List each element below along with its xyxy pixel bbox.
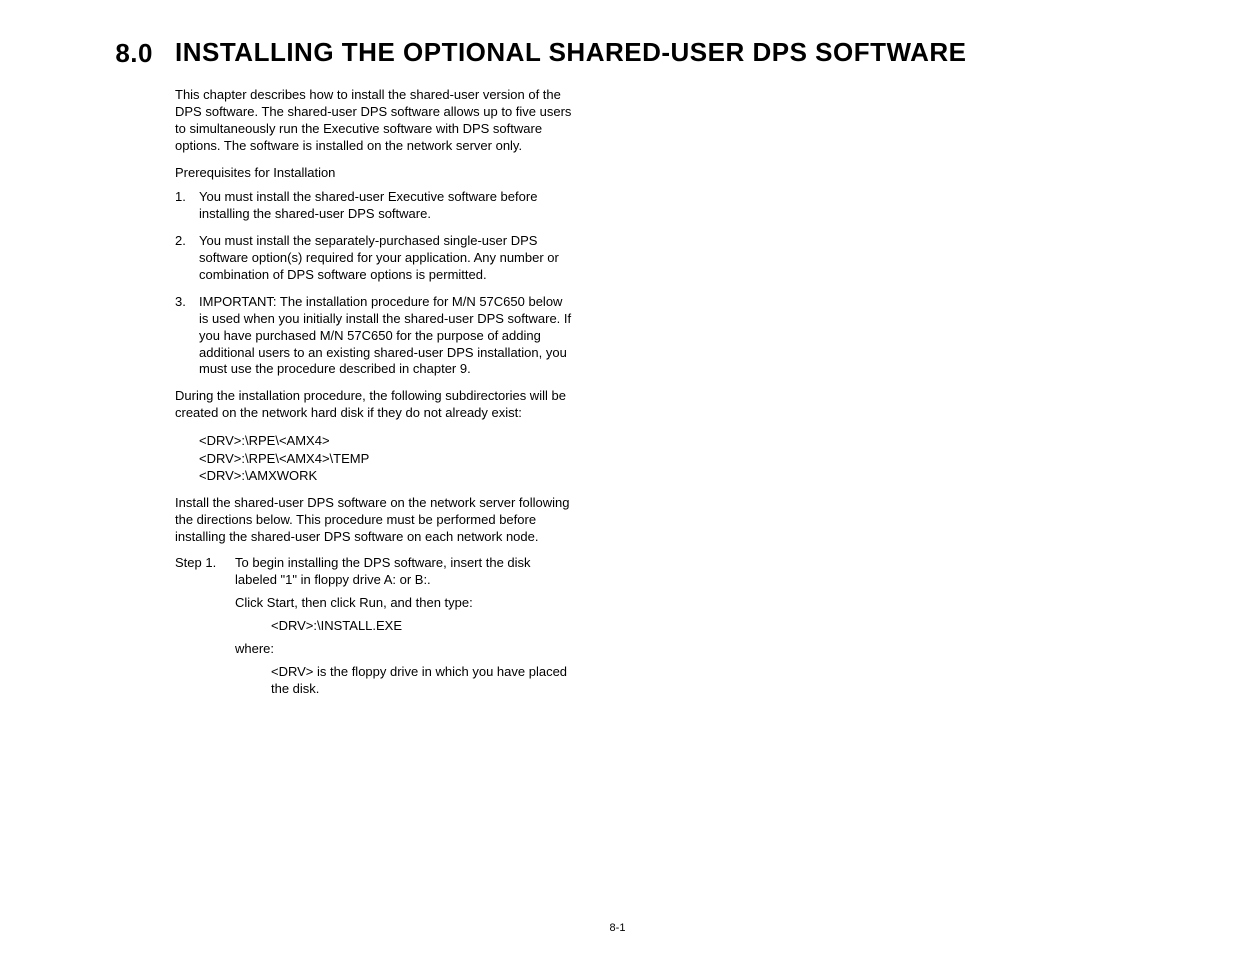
- step-item: Step 1. To begin installing the DPS soft…: [175, 555, 575, 703]
- step-where: where:: [235, 641, 575, 658]
- section-number: 8.0: [80, 38, 175, 69]
- item-text: IMPORTANT: The installation procedure fo…: [199, 294, 575, 378]
- item-number: 2.: [175, 233, 199, 284]
- page-number: 8-1: [0, 922, 1235, 934]
- prereq-item: 2. You must install the separately-purch…: [175, 233, 575, 284]
- item-number: 1.: [175, 189, 199, 223]
- install-paragraph: Install the shared-user DPS software on …: [175, 495, 575, 546]
- item-number: 3.: [175, 294, 199, 378]
- prereq-item: 1. You must install the shared-user Exec…: [175, 189, 575, 223]
- item-text: You must install the shared-user Executi…: [199, 189, 575, 223]
- prerequisites-heading: Prerequisites for Installation: [175, 165, 575, 182]
- path-line: <DRV>:\RPE\<AMX4>: [199, 432, 575, 450]
- step-text: To begin installing the DPS software, in…: [235, 555, 575, 589]
- path-list: <DRV>:\RPE\<AMX4> <DRV>:\RPE\<AMX4>\TEMP…: [199, 432, 575, 485]
- section-header: 8.0 INSTALLING THE OPTIONAL SHARED-USER …: [80, 38, 1155, 69]
- step-label: Step 1.: [175, 555, 235, 703]
- section-title: INSTALLING THE OPTIONAL SHARED-USER DPS …: [175, 38, 967, 68]
- path-line: <DRV>:\RPE\<AMX4>\TEMP: [199, 450, 575, 468]
- step-definition: <DRV> is the floppy drive in which you h…: [271, 664, 575, 698]
- step-command: <DRV>:\INSTALL.EXE: [271, 618, 575, 635]
- item-text: You must install the separately-purchase…: [199, 233, 575, 284]
- path-line: <DRV>:\AMXWORK: [199, 467, 575, 485]
- intro-paragraph: This chapter describes how to install th…: [175, 87, 575, 155]
- step-text: Click Start, then click Run, and then ty…: [235, 595, 575, 612]
- document-page: 8.0 INSTALLING THE OPTIONAL SHARED-USER …: [0, 0, 1235, 704]
- content-body: This chapter describes how to install th…: [175, 87, 575, 704]
- prereq-item: 3. IMPORTANT: The installation procedure…: [175, 294, 575, 378]
- during-paragraph: During the installation procedure, the f…: [175, 388, 575, 422]
- step-body: To begin installing the DPS software, in…: [235, 555, 575, 703]
